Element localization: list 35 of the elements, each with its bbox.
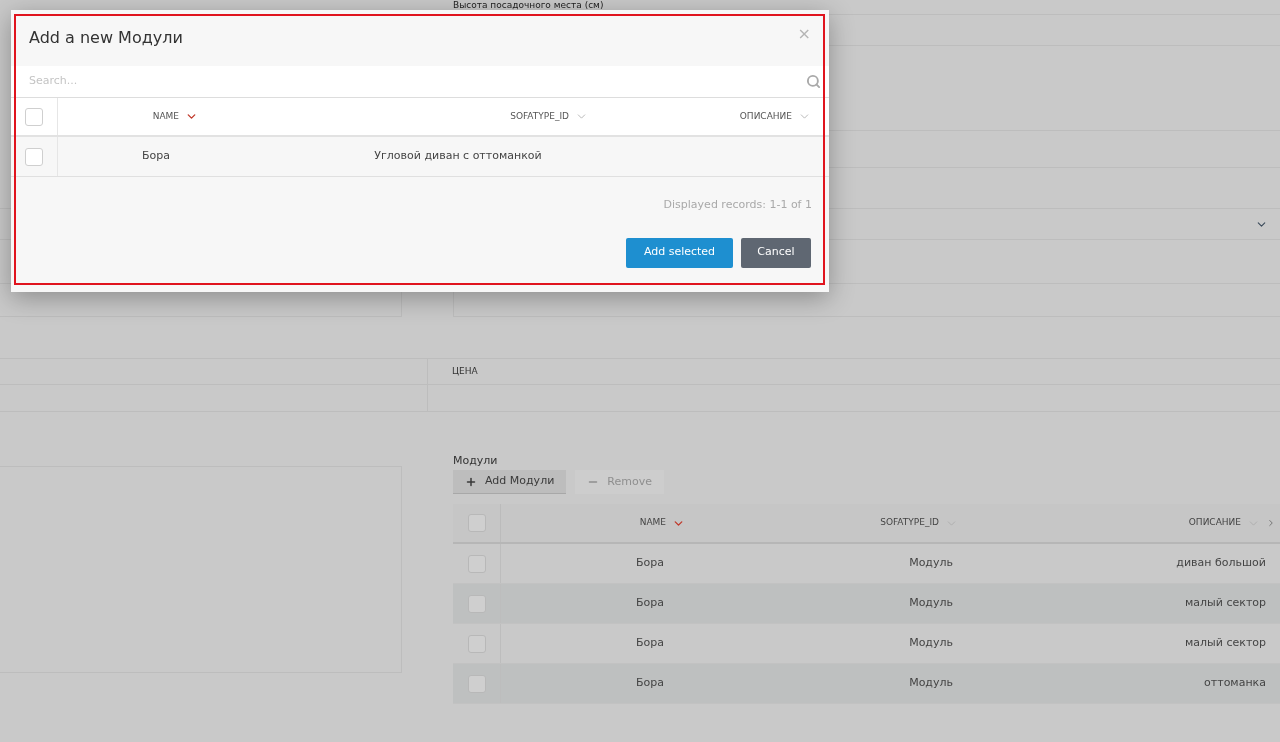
search-icon xyxy=(806,74,821,89)
column-header[interactable]: SOFATYPE_ID xyxy=(510,109,569,124)
add-selected-button[interactable]: Add selected xyxy=(626,237,733,268)
column-header[interactable]: NAME xyxy=(639,516,666,530)
table-cell: Бора xyxy=(636,635,664,652)
section-label: Модули xyxy=(453,454,499,468)
search-field[interactable]: Search... xyxy=(29,73,806,90)
search-bar[interactable]: Search... xyxy=(11,66,829,98)
cancel-button[interactable]: Cancel xyxy=(741,237,811,268)
field-label: Высота посадочного места (см) xyxy=(453,0,604,12)
checkbox[interactable] xyxy=(25,107,43,126)
checkbox[interactable] xyxy=(25,147,43,166)
plus-icon xyxy=(465,475,477,488)
table-cell: Бора xyxy=(636,555,664,572)
table-cell: малый сектор xyxy=(1185,595,1266,612)
table-cell: диван большой xyxy=(1176,555,1266,572)
add-button[interactable]: Add Модули xyxy=(453,470,567,494)
table-cell: Модуль xyxy=(909,555,953,572)
column-header[interactable]: ОПИСАНИЕ xyxy=(1188,516,1241,530)
dialog-title: Add a new Модули xyxy=(29,27,183,49)
table-cell: Бора xyxy=(142,149,170,163)
table-cell: Модуль xyxy=(909,595,953,612)
table-cell: Модуль xyxy=(909,635,953,652)
chevron-right-icon xyxy=(1266,518,1276,528)
column-header[interactable]: ОПИСАНИЕ xyxy=(739,109,792,124)
table-cell: Бора xyxy=(636,595,664,612)
column-header: ЦЕНА xyxy=(451,364,478,378)
table-cell: оттоманка xyxy=(1204,675,1266,692)
table-cell: Угловой диван с оттоманкой xyxy=(374,149,542,163)
table-cell: малый сектор xyxy=(1185,635,1266,652)
table-cell: Модуль xyxy=(909,675,953,692)
column-header[interactable]: SOFATYPE_ID xyxy=(880,516,939,530)
records-count: Displayed records: 1-1 of 1 xyxy=(663,197,812,213)
table-cell: Бора xyxy=(636,675,664,692)
column-header[interactable]: NAME xyxy=(152,109,179,124)
